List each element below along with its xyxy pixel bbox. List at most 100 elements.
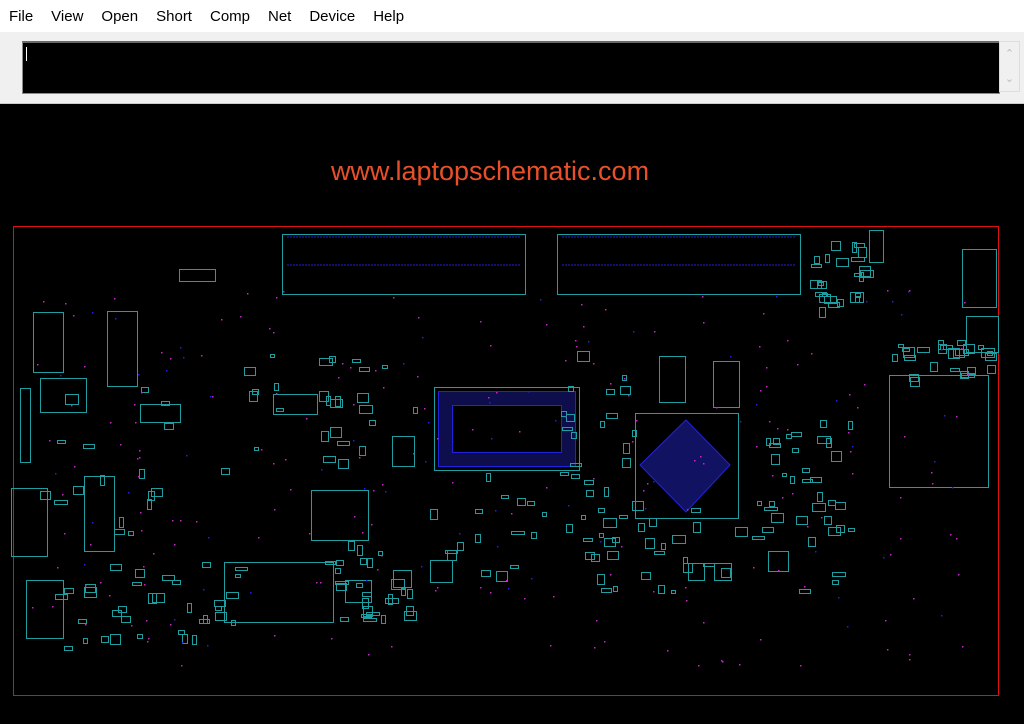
small-part[interactable] bbox=[950, 368, 960, 372]
component-17[interactable] bbox=[179, 269, 216, 282]
small-part[interactable] bbox=[359, 405, 373, 414]
small-part[interactable] bbox=[164, 423, 174, 430]
small-part[interactable] bbox=[585, 552, 595, 560]
board-view[interactable] bbox=[0, 104, 1024, 724]
small-part[interactable] bbox=[604, 487, 609, 497]
component-15[interactable] bbox=[659, 356, 686, 403]
small-part[interactable] bbox=[638, 523, 645, 532]
small-part[interactable] bbox=[832, 572, 846, 577]
small-part[interactable] bbox=[337, 441, 350, 446]
small-part[interactable] bbox=[382, 365, 388, 369]
component-9[interactable] bbox=[84, 476, 115, 552]
small-part[interactable] bbox=[330, 427, 342, 438]
component-2[interactable] bbox=[962, 249, 997, 308]
small-part[interactable] bbox=[752, 536, 765, 540]
small-part[interactable] bbox=[649, 518, 657, 527]
small-part[interactable] bbox=[517, 498, 526, 506]
component-8[interactable] bbox=[11, 488, 48, 557]
small-part[interactable] bbox=[486, 473, 491, 482]
small-part[interactable] bbox=[892, 354, 898, 362]
small-part[interactable] bbox=[110, 564, 122, 571]
small-part[interactable] bbox=[40, 491, 51, 500]
small-part[interactable] bbox=[799, 589, 811, 594]
small-part[interactable] bbox=[249, 391, 258, 402]
small-part[interactable] bbox=[481, 570, 491, 577]
board-canvas[interactable]: www.laptopschematic.com bbox=[0, 104, 1024, 724]
small-part[interactable] bbox=[581, 515, 586, 520]
small-part[interactable] bbox=[511, 531, 525, 535]
small-part[interactable] bbox=[812, 503, 826, 512]
small-part[interactable] bbox=[828, 500, 836, 506]
small-part[interactable] bbox=[672, 535, 686, 544]
small-part[interactable] bbox=[501, 495, 509, 499]
small-part[interactable] bbox=[824, 516, 832, 525]
small-part[interactable] bbox=[693, 522, 701, 533]
small-part[interactable] bbox=[831, 241, 841, 251]
small-part[interactable] bbox=[591, 554, 600, 562]
small-part[interactable] bbox=[359, 446, 366, 456]
small-part[interactable] bbox=[357, 393, 369, 403]
component-10[interactable] bbox=[26, 580, 64, 639]
small-part[interactable] bbox=[73, 486, 84, 495]
small-part[interactable] bbox=[703, 563, 715, 567]
small-part[interactable] bbox=[121, 616, 131, 623]
small-part[interactable] bbox=[430, 509, 438, 520]
small-part[interactable] bbox=[335, 568, 341, 574]
small-part[interactable] bbox=[762, 527, 774, 533]
small-part[interactable] bbox=[607, 551, 619, 560]
small-part[interactable] bbox=[407, 589, 413, 599]
small-part[interactable] bbox=[235, 574, 241, 578]
small-part[interactable] bbox=[352, 359, 361, 363]
command-scrollbar[interactable]: ⌃ ⌄ bbox=[999, 41, 1020, 92]
small-part[interactable] bbox=[831, 451, 842, 462]
menu-short[interactable]: Short bbox=[147, 8, 201, 25]
small-part[interactable] bbox=[359, 367, 370, 372]
component-18[interactable] bbox=[869, 230, 884, 263]
small-part[interactable] bbox=[244, 367, 256, 376]
small-part[interactable] bbox=[447, 550, 457, 561]
component-7[interactable] bbox=[40, 378, 87, 413]
small-part[interactable] bbox=[796, 516, 808, 525]
menu-file[interactable]: File bbox=[0, 8, 42, 25]
small-part[interactable] bbox=[606, 413, 618, 419]
small-part[interactable] bbox=[527, 501, 535, 506]
small-part[interactable] bbox=[817, 436, 831, 444]
small-part[interactable] bbox=[132, 582, 142, 586]
small-part[interactable] bbox=[623, 443, 630, 454]
cpu-pin-inner[interactable] bbox=[452, 405, 562, 453]
small-part[interactable] bbox=[586, 490, 594, 497]
small-part[interactable] bbox=[64, 646, 73, 651]
small-part[interactable] bbox=[110, 634, 121, 645]
menu-open[interactable]: Open bbox=[92, 8, 147, 25]
small-part[interactable] bbox=[771, 454, 780, 465]
small-part[interactable] bbox=[276, 408, 284, 412]
small-part[interactable] bbox=[987, 365, 996, 374]
small-part[interactable] bbox=[786, 434, 792, 439]
small-part[interactable] bbox=[151, 488, 163, 497]
small-part[interactable] bbox=[378, 551, 383, 556]
small-part[interactable] bbox=[622, 458, 631, 468]
small-part[interactable] bbox=[632, 501, 644, 511]
small-part[interactable] bbox=[771, 513, 784, 523]
small-part[interactable] bbox=[323, 456, 336, 463]
small-part[interactable] bbox=[162, 575, 175, 581]
small-part[interactable] bbox=[137, 634, 143, 639]
small-part[interactable] bbox=[55, 594, 68, 600]
small-part[interactable] bbox=[101, 636, 109, 643]
small-part[interactable] bbox=[764, 507, 778, 511]
component-6[interactable] bbox=[107, 311, 138, 387]
small-part[interactable] bbox=[64, 588, 74, 594]
small-part[interactable] bbox=[202, 562, 211, 568]
small-part[interactable] bbox=[348, 541, 355, 551]
small-part[interactable] bbox=[583, 538, 593, 542]
small-part[interactable] bbox=[457, 542, 464, 551]
component-5[interactable] bbox=[33, 312, 64, 373]
small-part[interactable] bbox=[645, 538, 655, 549]
small-part[interactable] bbox=[661, 543, 666, 550]
small-part[interactable] bbox=[600, 421, 605, 428]
component-16[interactable] bbox=[713, 361, 740, 408]
component-20[interactable] bbox=[140, 404, 181, 423]
small-part[interactable] bbox=[832, 580, 839, 585]
small-part[interactable] bbox=[78, 619, 87, 624]
small-part[interactable] bbox=[235, 567, 248, 571]
